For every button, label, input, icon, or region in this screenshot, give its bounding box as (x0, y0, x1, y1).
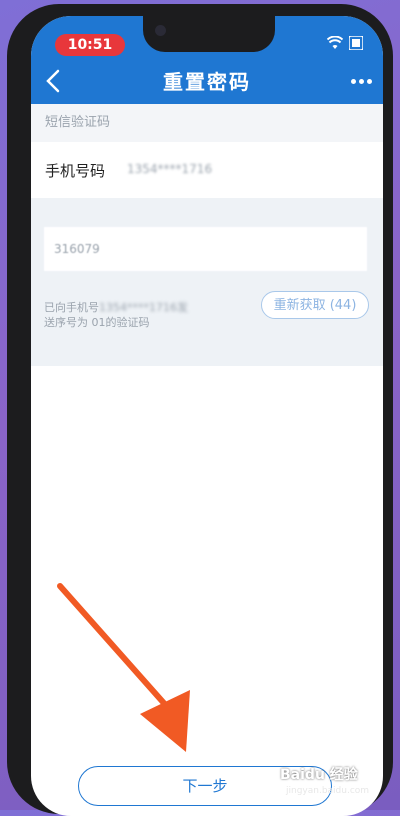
section-label-sms: 短信验证码 (31, 104, 383, 142)
camera-icon (155, 25, 166, 36)
page-title: 重置密码 (163, 70, 251, 94)
resend-code-button[interactable]: 重新获取 (44) (261, 291, 369, 319)
phone-number-label: 手机号码 (45, 162, 106, 180)
phone-number-value: 1354****1716 (127, 162, 213, 176)
watermark-url: jingyan.baidu.com (286, 786, 370, 796)
phone-number-row: 手机号码 1354****1716 (31, 142, 383, 199)
phone-frame: 10:51 重置密码 短信验证码 手机号码 1354****1716 31607… (7, 4, 393, 816)
status-icons (327, 36, 363, 50)
verification-panel (31, 198, 383, 366)
more-dots-icon (358, 78, 364, 84)
sms-masked-phone: 1354****1716发 (99, 301, 188, 314)
signal-icon (349, 36, 363, 50)
watermark-logo: Baidu 经验 (280, 767, 358, 783)
more-button[interactable] (349, 68, 373, 94)
sms-sent-note: 已向手机号1354****1716发 送序号为 01的验证码 (44, 301, 188, 329)
screen: 10:51 重置密码 短信验证码 手机号码 1354****1716 31607… (31, 16, 383, 816)
status-time: 10:51 (55, 34, 125, 56)
verification-code-input[interactable] (44, 227, 367, 271)
more-dots-icon (366, 78, 372, 84)
more-dots-icon (350, 78, 356, 84)
wifi-icon (327, 36, 343, 49)
